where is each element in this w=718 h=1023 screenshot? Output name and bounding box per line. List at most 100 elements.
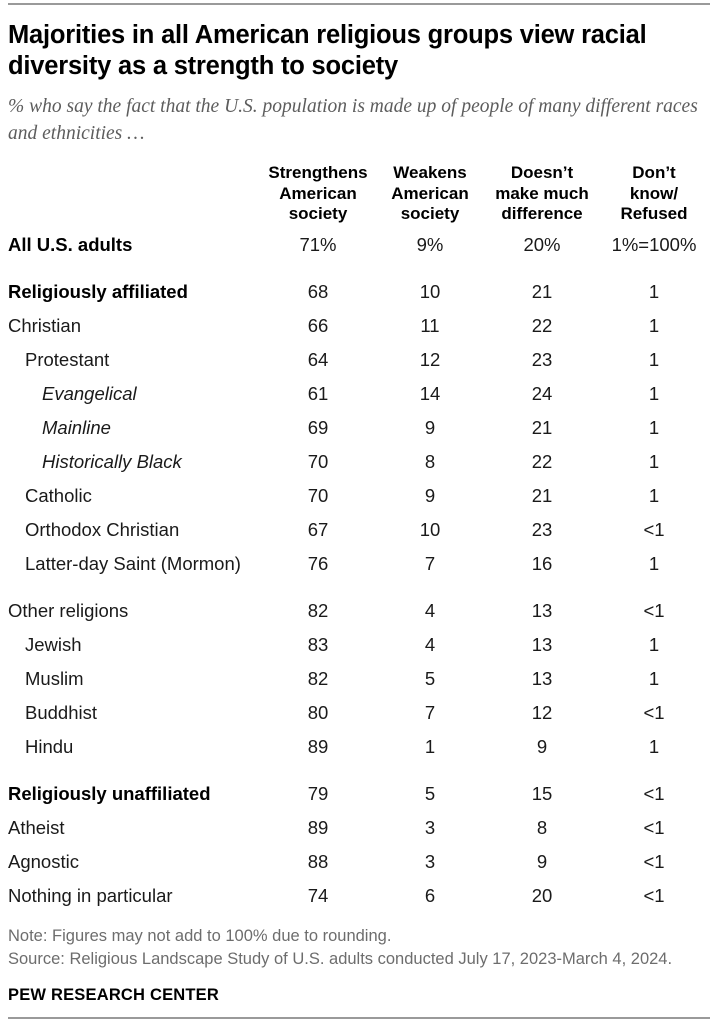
row-value-col4: 1 — [648, 736, 660, 757]
row-value-col3: 16 — [531, 553, 553, 574]
table-row: Religiously unaffiliated 79 5 15 <1 — [8, 764, 710, 811]
row-value-col4: 1 — [648, 634, 660, 655]
row-value-col1: 89 — [307, 736, 329, 757]
header-line: Refused — [620, 204, 688, 223]
row-label: Historically Black — [42, 451, 182, 472]
row-value-col4: <1 — [643, 783, 665, 804]
header-line: society — [400, 204, 460, 223]
row-label: All U.S. adults — [8, 234, 133, 255]
table-body: All U.S. adults 71% 9% 20% 1%=100% Religiousl… — [8, 228, 710, 913]
source-text: Source: Religious Landscape Study of U.S… — [8, 950, 673, 968]
header-line: Doesn’t — [510, 163, 574, 182]
row-value-col1: 66 — [307, 315, 329, 336]
row-value-col2: 10 — [419, 519, 441, 540]
row-value-col3: 13 — [531, 668, 553, 689]
row-value-col3: 21 — [531, 485, 553, 506]
row-value-col4: 1 — [648, 485, 660, 506]
page-title: Majorities in all American religious gro… — [8, 21, 647, 80]
row-value-col4: <1 — [643, 600, 665, 621]
header-line: know/ — [629, 183, 679, 203]
table-row: Mainline 69 9 21 1 — [8, 411, 710, 445]
row-label: Other religions — [8, 600, 129, 621]
row-value-col2: 5 — [424, 668, 436, 689]
row-label: Agnostic — [8, 851, 79, 872]
row-value-col4: 1 — [648, 315, 660, 336]
table-row: Agnostic 88 3 9 <1 — [8, 845, 710, 879]
note-text: Note: Figures may not add to 100% due to… — [8, 926, 392, 945]
row-value-col2: 1 — [424, 736, 436, 757]
row-value-col3: 22 — [531, 315, 553, 336]
row-value-col1: 61 — [307, 383, 329, 404]
row-value-col3: 15 — [531, 783, 553, 804]
header-line: Don’t — [632, 163, 676, 182]
row-value-col1: 67 — [307, 519, 329, 540]
row-value-col1: 82 — [307, 600, 329, 621]
header-line: American — [279, 183, 357, 203]
row-value-col2: 9% — [416, 234, 444, 255]
row-value-col2: 7 — [424, 553, 436, 574]
row-value-col3: 21 — [531, 281, 553, 302]
row-value-col4: 1 — [648, 383, 660, 404]
row-value-col2: 5 — [424, 783, 436, 804]
header-row: Strengthens American society Weakens Ame… — [8, 163, 710, 228]
row-value-col1: 70 — [307, 451, 329, 472]
table-row: Latter-day Saint (Mormon) 76 7 16 1 — [8, 547, 710, 581]
row-value-col1: 69 — [307, 417, 329, 438]
row-value-col2: 11 — [420, 315, 440, 336]
row-value-col3: 8 — [536, 817, 548, 838]
row-value-col1: 82 — [307, 668, 329, 689]
column-header-weakens: Weakens American society — [374, 163, 486, 228]
row-value-col3: 9 — [536, 736, 548, 757]
header-line: American — [391, 183, 469, 203]
row-value-col2: 7 — [424, 702, 436, 723]
table-row: Orthodox Christian 67 10 23 <1 — [8, 513, 710, 547]
row-value-col2: 8 — [424, 451, 436, 472]
row-value-col4: 1 — [648, 451, 660, 472]
column-header-dont-know: Don’t know/ Refused — [598, 163, 710, 228]
table-row: Protestant 64 12 23 1 — [8, 343, 710, 377]
table-row: Muslim 82 5 13 1 — [8, 662, 710, 696]
table-row: Historically Black 70 8 22 1 — [8, 445, 710, 479]
row-value-col4: 1 — [648, 668, 660, 689]
row-value-col1: 79 — [307, 783, 329, 804]
row-value-col3: 20% — [523, 234, 561, 255]
row-value-col2: 9 — [424, 485, 436, 506]
data-table: Strengthens American society Weakens Ame… — [8, 163, 710, 913]
table-row: All U.S. adults 71% 9% 20% 1%=100% — [8, 228, 710, 262]
row-value-col1: 89 — [307, 817, 329, 838]
header-line: society — [288, 204, 348, 223]
table-row: Hindu 89 1 9 1 — [8, 730, 710, 764]
chart-footnotes: Note: Figures may not add to 100% due to… — [8, 925, 710, 972]
row-value-col3: 23 — [531, 349, 553, 370]
table-row: Other religions 82 4 13 <1 — [8, 581, 710, 628]
column-header-label — [8, 163, 262, 228]
row-label: Catholic — [25, 485, 92, 506]
row-value-col1: 64 — [307, 349, 329, 370]
row-label: Buddhist — [25, 702, 97, 723]
row-value-col3: 21 — [531, 417, 553, 438]
column-header-strengthens: Strengthens American society — [262, 163, 374, 228]
row-label: Religiously unaffiliated — [8, 783, 211, 804]
header-line: make much — [495, 183, 589, 203]
row-value-col1: 70 — [307, 485, 329, 506]
row-value-col3: 24 — [531, 383, 553, 404]
table-row: Catholic 70 9 21 1 — [8, 479, 710, 513]
row-value-col2: 3 — [424, 851, 436, 872]
row-value-col4: <1 — [643, 519, 665, 540]
row-value-col4: <1 — [643, 851, 665, 872]
row-value-col3: 13 — [531, 634, 553, 655]
row-label: Christian — [8, 315, 81, 336]
table-row: Christian 66 11 22 1 — [8, 309, 710, 343]
row-value-col3: 23 — [531, 519, 553, 540]
row-value-col1: 68 — [307, 281, 329, 302]
bottom-divider — [8, 1017, 710, 1019]
row-value-col1: 74 — [307, 885, 329, 906]
header-line: difference — [501, 204, 583, 223]
row-value-col2: 14 — [419, 383, 441, 404]
table-row: Atheist 89 3 8 <1 — [8, 811, 710, 845]
row-label: Nothing in particular — [8, 885, 173, 906]
table-row: Religiously affiliated 68 10 21 1 — [8, 262, 710, 309]
row-value-col4: 1%=100% — [611, 234, 697, 255]
row-value-col3: 9 — [536, 851, 548, 872]
pew-research-center-brand: PEW RESEARCH CENTER — [8, 985, 219, 1004]
